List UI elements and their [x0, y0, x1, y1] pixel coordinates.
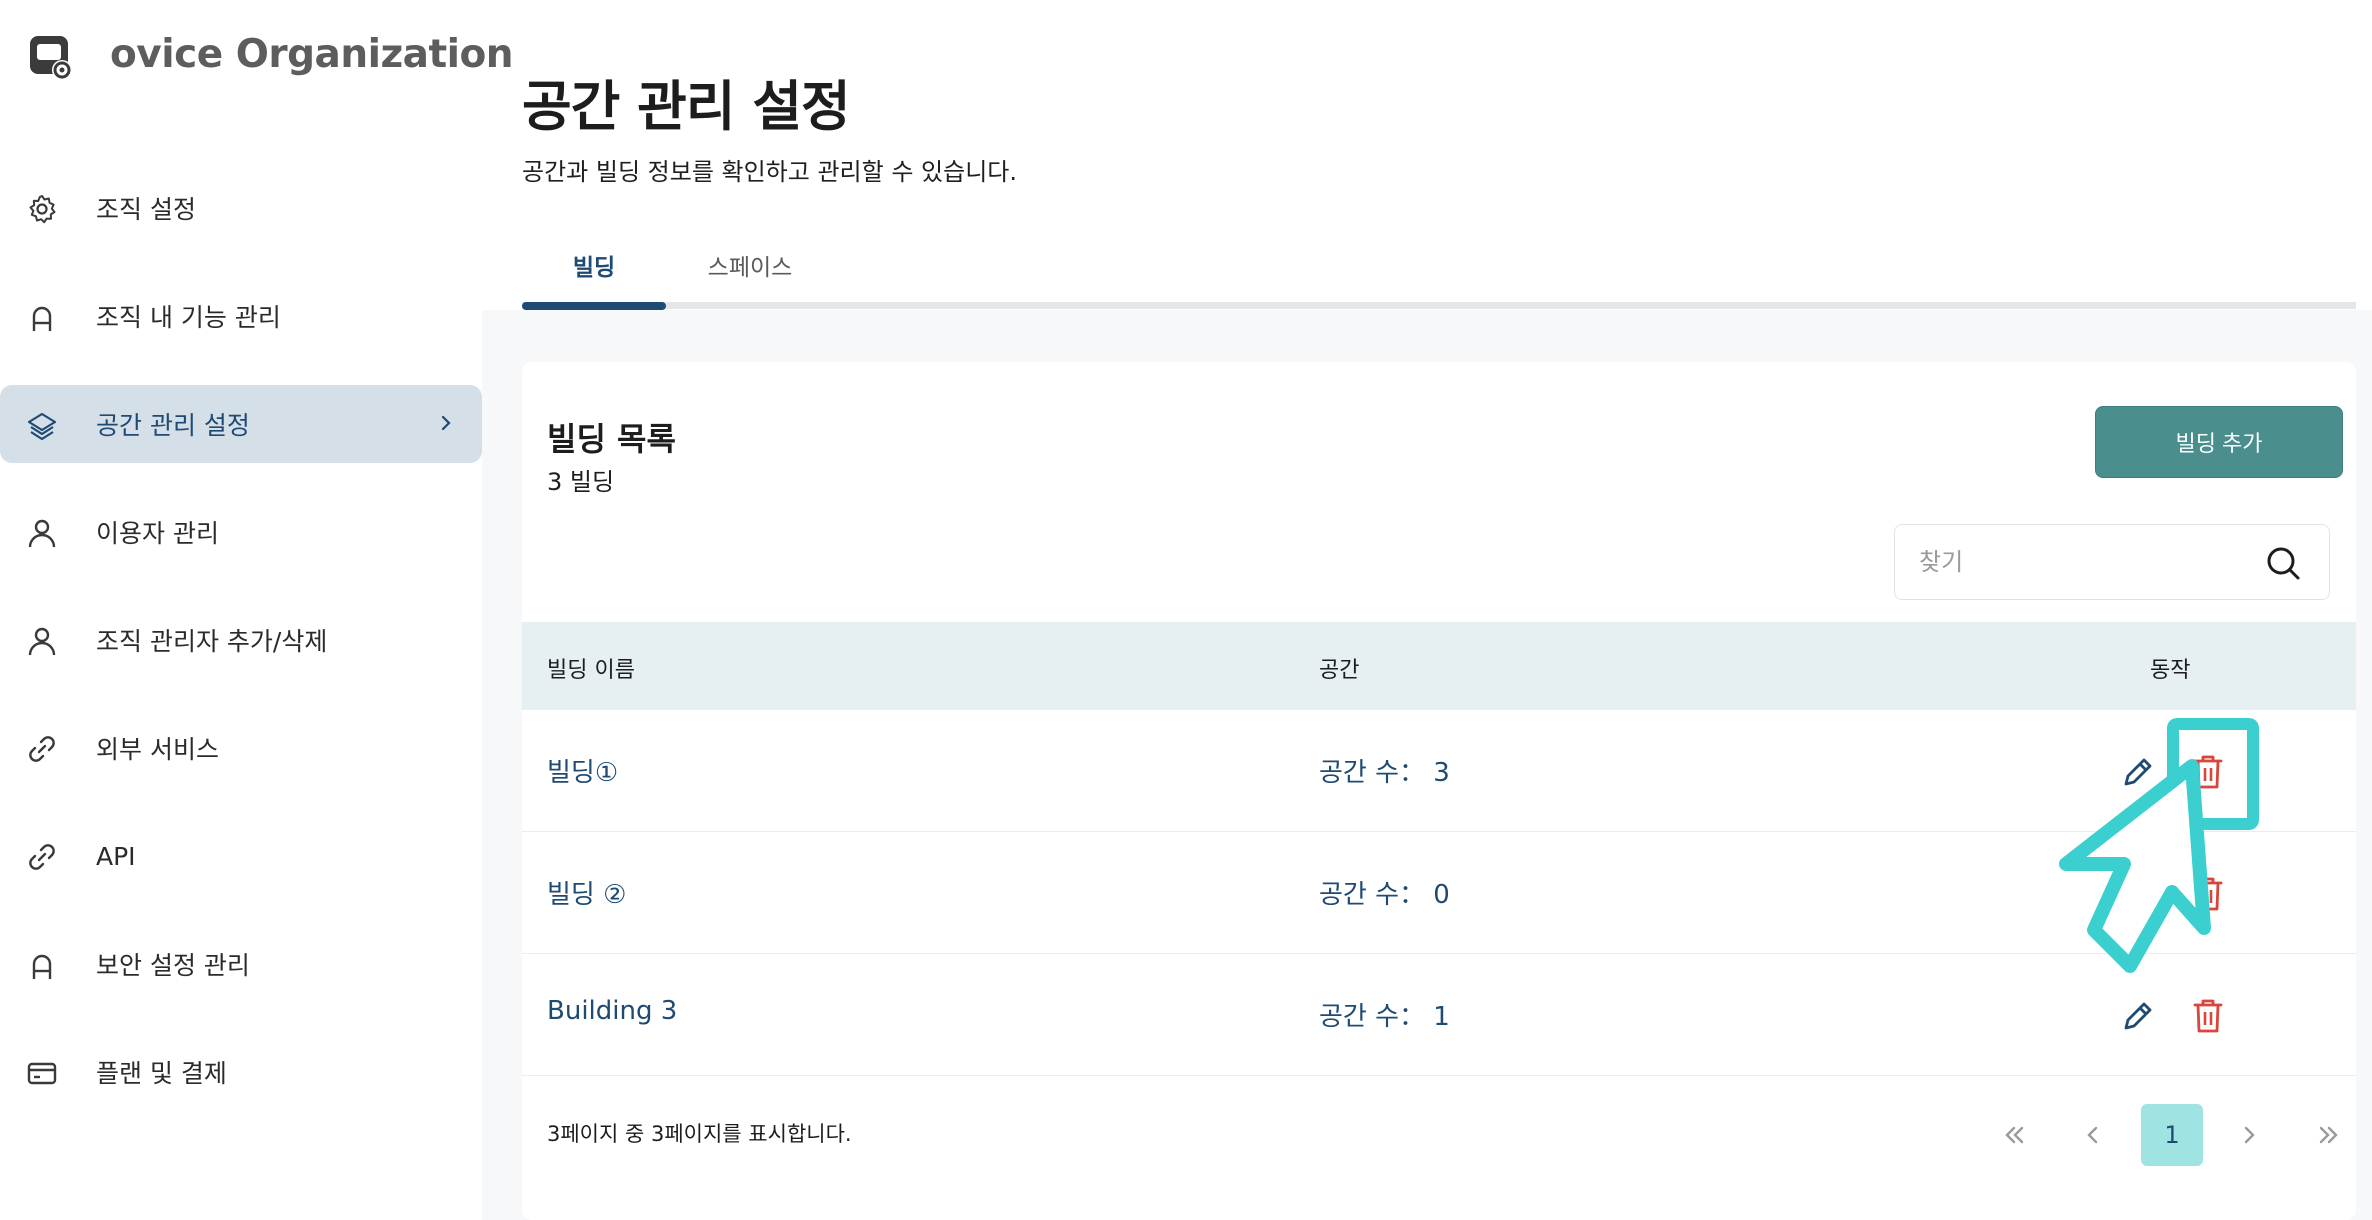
- sidebar-item-label: 외부 서비스: [96, 735, 219, 764]
- main-content: 공간 관리 설정 공간과 빌딩 정보를 확인하고 관리할 수 있습니다. 빌딩 …: [482, 0, 2372, 1220]
- pagination-summary: 3페이지 중 3페이지를 표시합니다.: [547, 1122, 852, 1146]
- trash-icon[interactable]: [2188, 996, 2228, 1036]
- chevron-right-icon: [441, 415, 451, 431]
- sidebar-item-space-management[interactable]: 공간 관리 설정: [0, 385, 482, 463]
- sidebar-item-label: 보안 설정 관리: [96, 951, 250, 980]
- credit-card-icon: [27, 1062, 57, 1085]
- sidebar-item-api[interactable]: API: [0, 817, 482, 895]
- column-header-actions: 동작: [2150, 658, 2191, 683]
- next-page-button[interactable]: [2218, 1104, 2280, 1166]
- sidebar: ovice Organization 조직 설정 조직 내 기능 관리 공간 관…: [0, 0, 514, 1220]
- previous-page-button[interactable]: [2062, 1104, 2124, 1166]
- tab-track: [522, 302, 2356, 309]
- sidebar-item-security-settings[interactable]: 보안 설정 관리: [0, 925, 482, 1003]
- space-count: 공간 수： 3: [1319, 758, 1450, 788]
- sidebar-item-label: 이용자 관리: [96, 519, 219, 548]
- space-count: 공간 수： 0: [1319, 880, 1450, 910]
- sidebar-item-label: 플랜 및 결제: [96, 1059, 227, 1088]
- sidebar-item-label: 조직 관리자 추가/삭제: [96, 627, 328, 656]
- add-building-button[interactable]: 빌딩 추가: [2095, 406, 2343, 478]
- tab-bar: 빌딩 스페이스: [522, 230, 2356, 310]
- building-count: 3 빌딩: [547, 468, 615, 496]
- user-icon: [28, 519, 56, 548]
- sidebar-item-label: API: [96, 841, 136, 871]
- page-title: 공간 관리 설정: [522, 75, 851, 138]
- edit-icon[interactable]: [2118, 996, 2158, 1036]
- lock-icon: [32, 954, 52, 979]
- tab-buildings[interactable]: 빌딩: [522, 248, 666, 282]
- space-count: 공간 수： 1: [1319, 1002, 1450, 1032]
- building-name-link[interactable]: 빌딩①: [547, 752, 618, 789]
- sidebar-item-plans-billing[interactable]: 플랜 및 결제: [0, 1033, 482, 1111]
- chevron-right-icon: [2244, 1126, 2255, 1144]
- layers-icon: [27, 412, 57, 441]
- page-subtitle: 공간과 빌딩 정보를 확인하고 관리할 수 있습니다.: [522, 158, 1018, 186]
- active-tab-indicator: [522, 302, 666, 310]
- sidebar-item-label: 조직 설정: [96, 195, 196, 224]
- last-page-button[interactable]: [2298, 1104, 2360, 1166]
- sidebar-item-user-management[interactable]: 이용자 관리: [0, 493, 482, 571]
- search-box: [1894, 524, 2330, 600]
- chevrons-left-icon: [2005, 1126, 2024, 1144]
- first-page-button[interactable]: [1983, 1104, 2045, 1166]
- organization-name: ovice Organization: [110, 32, 514, 77]
- pointer-cursor-icon: [2059, 759, 2211, 973]
- sidebar-item-feature-management[interactable]: 조직 내 기능 관리: [0, 277, 482, 355]
- current-page-button[interactable]: 1: [2141, 1104, 2203, 1166]
- link-icon: [29, 844, 55, 870]
- column-header-name: 빌딩 이름: [547, 658, 635, 683]
- chevrons-right-icon: [2319, 1126, 2338, 1144]
- sidebar-item-external-services[interactable]: 외부 서비스: [0, 709, 482, 787]
- lock-icon: [32, 306, 52, 331]
- sidebar-item-admin-management[interactable]: 조직 관리자 추가/삭제: [0, 601, 482, 679]
- link-icon: [29, 736, 55, 762]
- building-name-link[interactable]: Building 3: [547, 996, 677, 1026]
- table-header: 빌딩 이름 공간 동작: [522, 622, 2356, 710]
- search-icon[interactable]: [2263, 543, 2303, 583]
- column-header-spaces: 공간: [1319, 658, 1360, 683]
- building-name-link[interactable]: 빌딩 ②: [547, 874, 626, 911]
- brand[interactable]: ovice Organization: [26, 28, 514, 88]
- chevron-left-icon: [2087, 1126, 2098, 1144]
- gear-icon: [29, 195, 56, 224]
- user-icon: [28, 627, 56, 656]
- sidebar-item-label: 조직 내 기능 관리: [96, 303, 281, 332]
- search-input[interactable]: [1919, 543, 2239, 581]
- sidebar-item-organization-settings[interactable]: 조직 설정: [0, 169, 482, 247]
- tab-spaces[interactable]: 스페이스: [690, 248, 810, 282]
- sidebar-item-label: 공간 관리 설정: [96, 411, 250, 440]
- ovice-logo-icon: [30, 36, 72, 80]
- card-title: 빌딩 목록: [547, 420, 676, 458]
